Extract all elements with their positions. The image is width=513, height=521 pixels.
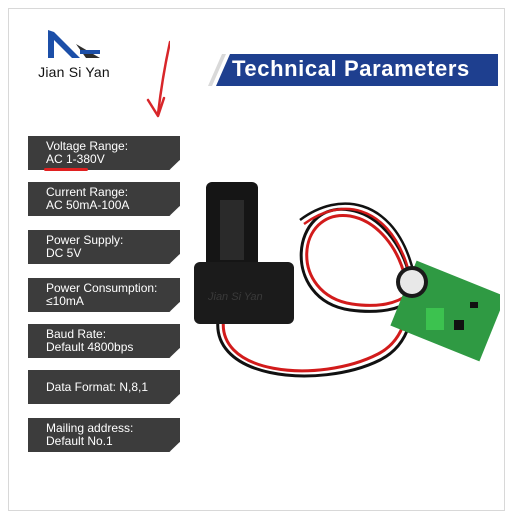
red-underline bbox=[44, 168, 88, 171]
param-value: AC 50mA-100A bbox=[46, 198, 130, 212]
param-mailing-address: Mailing address: Default No.1 bbox=[28, 418, 180, 452]
logo-mark-icon bbox=[48, 30, 100, 58]
current-sensor-module-image: Jian Si Yan bbox=[194, 182, 506, 378]
param-value: Default 4800bps bbox=[46, 340, 134, 354]
logo-text: Jian Si Yan bbox=[38, 64, 110, 80]
red-arrow-icon bbox=[146, 40, 170, 118]
param-value: DC 5V bbox=[46, 246, 82, 260]
param-power-consumption: Power Consumption: ≤10mA bbox=[28, 278, 180, 312]
param-voltage-range: Voltage Range: AC 1-380V bbox=[28, 136, 180, 170]
sensor-label: Jian Si Yan bbox=[207, 291, 263, 303]
param-value: AC 1-380V bbox=[46, 152, 105, 166]
param-power-supply: Power Supply: DC 5V bbox=[28, 230, 180, 264]
technical-parameters-banner: Technical Parameters bbox=[206, 52, 498, 88]
brand-logo: Jian Si Yan bbox=[24, 26, 124, 86]
param-baud-rate: Baud Rate: Default 4800bps bbox=[28, 324, 180, 358]
param-label: Data Format: N,8,1 bbox=[46, 380, 149, 394]
param-value: ≤10mA bbox=[46, 294, 84, 308]
product-photo: Jian Si Yan bbox=[180, 180, 506, 390]
param-data-format: Data Format: N,8,1 bbox=[28, 370, 180, 404]
banner-title: Technical Parameters bbox=[232, 56, 470, 81]
param-value: Default No.1 bbox=[46, 434, 113, 448]
param-current-range: Current Range: AC 50mA-100A bbox=[28, 182, 180, 216]
